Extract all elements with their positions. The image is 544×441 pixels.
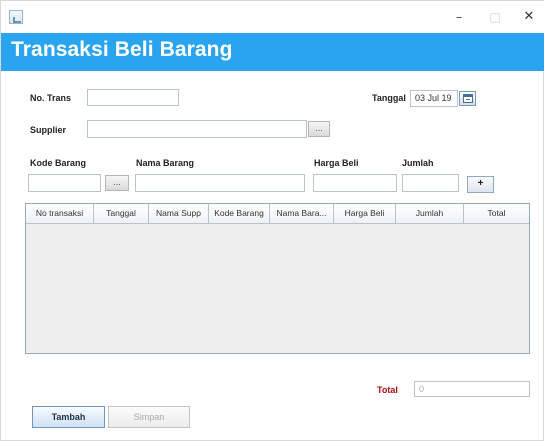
column-header-nama-barang[interactable]: Nama Bara... [270, 204, 334, 223]
close-button[interactable]: ✕ [515, 5, 543, 29]
maximize-button[interactable]: □ [481, 5, 509, 29]
transaksi-beli-window: – □ ✕ Transaksi Beli Barang No. Trans Ta… [0, 0, 544, 441]
column-header-total[interactable]: Total [464, 204, 529, 223]
column-header-nama-supp[interactable]: Nama Supp [149, 204, 209, 223]
harga-beli-input[interactable] [313, 174, 397, 192]
jumlah-input[interactable] [402, 174, 459, 192]
kode-barang-label: Kode Barang [30, 158, 87, 168]
calendar-button[interactable] [459, 91, 476, 106]
tambah-button[interactable]: Tambah [32, 406, 105, 428]
supplier-input[interactable] [87, 120, 307, 138]
nama-barang-label: Nama Barang [136, 158, 195, 168]
no-trans-label: No. Trans [30, 93, 72, 103]
minimize-button[interactable]: – [445, 5, 473, 29]
supplier-browse-button[interactable]: ... [308, 121, 330, 137]
header-band: Transaksi Beli Barang [1, 33, 544, 71]
column-header-tanggal[interactable]: Tanggal [94, 204, 149, 223]
jumlah-label: Jumlah [402, 158, 434, 168]
app-window-icon [9, 10, 23, 24]
total-field: 0 [414, 381, 530, 397]
column-header-jumlah[interactable]: Jumlah [396, 204, 464, 223]
tanggal-date-field[interactable]: 03 Jul 19 [410, 90, 458, 107]
page-title: Transaksi Beli Barang [11, 38, 233, 61]
total-label: Total [377, 385, 398, 395]
nama-barang-input[interactable] [135, 174, 305, 192]
simpan-button[interactable]: Simpan [108, 406, 190, 428]
kode-barang-browse-button[interactable]: ... [105, 175, 129, 191]
calendar-icon [463, 94, 473, 103]
transaction-table[interactable]: No transaksi Tanggal Nama Supp Kode Bara… [25, 203, 530, 354]
kode-barang-input[interactable] [28, 174, 101, 192]
supplier-label: Supplier [30, 125, 67, 135]
no-trans-input[interactable] [87, 89, 179, 106]
column-header-no-transaksi[interactable]: No transaksi [26, 204, 94, 223]
table-header: No transaksi Tanggal Nama Supp Kode Bara… [26, 204, 529, 224]
add-item-button[interactable]: + [467, 176, 494, 193]
column-header-harga-beli[interactable]: Harga Beli [334, 204, 396, 223]
title-bar: – □ ✕ [1, 1, 544, 33]
harga-beli-label: Harga Beli [314, 158, 359, 168]
column-header-kode-barang[interactable]: Kode Barang [209, 204, 270, 223]
tanggal-label: Tanggal [372, 93, 406, 103]
